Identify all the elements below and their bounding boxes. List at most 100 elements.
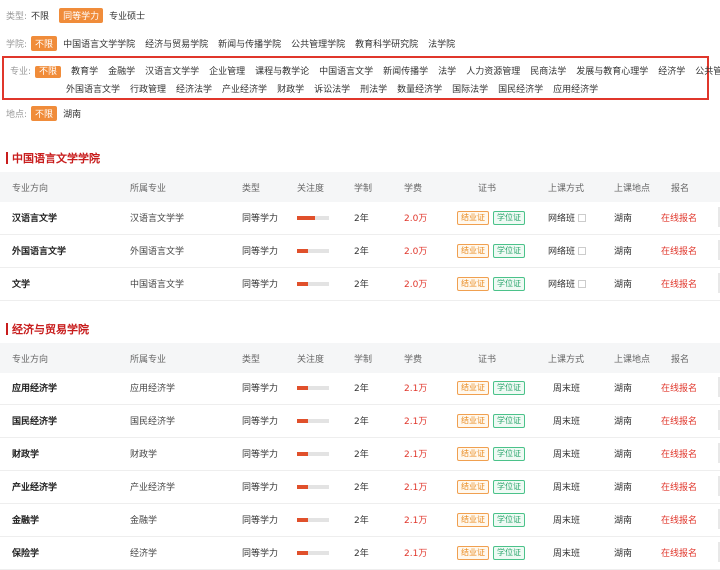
column-header-place: 上课地点 xyxy=(614,354,651,365)
class-mode: 周末班 xyxy=(553,549,581,559)
filter-major-option[interactable]: 新闻传播学 xyxy=(383,67,428,77)
filter-college-option[interactable]: 中国语言文学学院 xyxy=(63,37,135,50)
certificates: 结业证 学位证 xyxy=(457,536,529,569)
filter-place-option-any[interactable]: 不限 xyxy=(31,105,58,121)
column-header-dir: 专业方向 xyxy=(12,183,49,194)
table-row: 应用经济学 应用经济学 同等学力 2年 2.1万 结业证 学位证 周末班 湖南 在线报名 xyxy=(0,371,720,405)
apply-online-link[interactable]: 在线报名 xyxy=(661,437,697,470)
duration: 2年 xyxy=(354,247,369,257)
class-mode: 周末班 xyxy=(553,450,581,460)
filter-major-option[interactable]: 课程与教学论 xyxy=(255,67,309,77)
certificate-badge-completion: 结业证 xyxy=(457,210,489,225)
filter-major-option[interactable]: 金融学 xyxy=(108,67,135,77)
filter-major-option[interactable]: 经济学 xyxy=(658,67,685,77)
apply-online-link[interactable]: 在线报名 xyxy=(661,503,697,536)
attention-meter xyxy=(297,437,329,470)
parent-major: 财政学 xyxy=(130,450,158,460)
attention-track xyxy=(297,517,329,522)
table-row: 金融学 金融学 同等学力 2年 2.1万 结业证 学位证 周末班 湖南 在线报名 xyxy=(0,503,720,537)
filter-college-option-any[interactable]: 不限 xyxy=(31,35,58,51)
filter-major-option[interactable]: 民商法学 xyxy=(530,67,566,77)
filter-major-option[interactable]: 外国语言文学 xyxy=(66,85,120,95)
class-location: 湖南 xyxy=(614,384,633,394)
class-location: 湖南 xyxy=(614,417,633,427)
filter-major-option[interactable]: 人力资源管理 xyxy=(466,67,520,77)
filter-major-option[interactable]: 发展与教育心理学 xyxy=(576,67,648,77)
class-location: 湖南 xyxy=(614,450,633,460)
filter-college: 学院: 不限 中国语言文学学院 经济与贸易学院 新闻与传播学院 公共管理学院 教… xyxy=(0,33,465,53)
tuition-fee: 2.0万 xyxy=(404,247,428,257)
column-header-fee: 学费 xyxy=(404,183,423,194)
duration: 2年 xyxy=(354,384,369,394)
filter-type-option-equal[interactable]: 同等学力 xyxy=(59,7,104,23)
filter-major-option[interactable]: 刑法学 xyxy=(360,85,387,95)
filter-college-option[interactable]: 法学院 xyxy=(428,37,455,50)
filter-college-option[interactable]: 经济与贸易学院 xyxy=(145,37,208,50)
filter-place-option-hunan[interactable]: 湖南 xyxy=(63,107,81,120)
filter-type-option-any[interactable]: 不限 xyxy=(31,9,49,22)
attention-meter xyxy=(297,404,329,437)
program-type: 同等学力 xyxy=(242,214,279,224)
duration: 2年 xyxy=(354,417,369,427)
table-header: 专业方向 所属专业 类型 关注度 学制 学费 证书 上课方式 上课地点 报名 xyxy=(0,343,720,373)
certificate-badge-completion: 结业证 xyxy=(457,512,489,527)
class-location: 湖南 xyxy=(614,516,633,526)
section-title-bar xyxy=(6,323,8,335)
filter-major-option[interactable]: 法学 xyxy=(438,67,456,77)
filter-major-option[interactable]: 公共管理 xyxy=(695,67,720,77)
filter-major-option[interactable]: 企业管理 xyxy=(209,67,245,77)
filter-college-option[interactable]: 新闻与传播学院 xyxy=(218,37,281,50)
filter-college-option[interactable]: 公共管理学院 xyxy=(291,37,345,50)
filter-major-option[interactable]: 教育学 xyxy=(71,67,98,77)
apply-online-link[interactable]: 在线报名 xyxy=(661,234,697,267)
attention-meter xyxy=(297,503,329,536)
apply-online-link[interactable]: 在线报名 xyxy=(661,201,697,234)
apply-online-link[interactable]: 在线报名 xyxy=(661,371,697,404)
column-header-type: 类型 xyxy=(242,354,261,365)
class-mode: 网络班 xyxy=(548,201,587,234)
apply-online-link[interactable]: 在线报名 xyxy=(661,404,697,437)
program-type: 同等学力 xyxy=(242,247,279,257)
filter-major-option[interactable]: 经济法学 xyxy=(176,85,212,95)
apply-online-link[interactable]: 在线报名 xyxy=(661,536,697,569)
major-direction: 国民经济学 xyxy=(12,417,58,427)
certificates: 结业证 学位证 xyxy=(457,201,529,234)
major-direction: 文学 xyxy=(12,280,31,290)
apply-online-link[interactable]: 在线报名 xyxy=(661,267,697,300)
major-direction: 保险学 xyxy=(12,549,40,559)
attention-meter xyxy=(297,536,329,569)
column-header-mode: 上课方式 xyxy=(548,354,585,365)
program-type: 同等学力 xyxy=(242,549,279,559)
filter-major-option[interactable]: 数量经济学 xyxy=(397,85,442,95)
column-header-maj: 所属专业 xyxy=(130,183,167,194)
filter-major-label: 专业: xyxy=(10,66,32,77)
certificates: 结业证 学位证 xyxy=(457,503,529,536)
table-row: 财政学 财政学 同等学力 2年 2.1万 结业证 学位证 周末班 湖南 在线报名 xyxy=(0,437,720,471)
filter-major-option-any[interactable]: 不限 xyxy=(35,65,62,78)
class-location: 湖南 xyxy=(614,247,633,257)
major-direction: 产业经济学 xyxy=(12,483,58,493)
attention-fill xyxy=(297,385,309,390)
table-header: 专业方向 所属专业 类型 关注度 学制 学费 证书 上课方式 上课地点 报名 xyxy=(0,172,720,202)
apply-online-link[interactable]: 在线报名 xyxy=(661,470,697,503)
column-header-type: 类型 xyxy=(242,183,261,194)
filter-college-option[interactable]: 教育科学研究院 xyxy=(355,37,418,50)
attention-fill xyxy=(297,281,309,286)
filter-major-option[interactable]: 国际法学 xyxy=(452,85,488,95)
table-row: 国民经济学 国民经济学 同等学力 2年 2.1万 结业证 学位证 周末班 湖南 在线报名 xyxy=(0,404,720,438)
filter-major-option[interactable]: 应用经济学 xyxy=(553,85,598,95)
filter-major-option[interactable]: 汉语言文学学 xyxy=(145,67,199,77)
filter-major-option[interactable]: 国民经济学 xyxy=(498,85,543,95)
filter-type-option-pro[interactable]: 专业硕士 xyxy=(109,9,145,22)
attention-track xyxy=(297,484,329,489)
program-type: 同等学力 xyxy=(242,280,279,290)
parent-major: 汉语言文学学 xyxy=(130,214,185,224)
filter-major-option[interactable]: 财政学 xyxy=(277,85,304,95)
filter-major-option[interactable]: 产业经济学 xyxy=(222,85,267,95)
info-icon xyxy=(578,213,587,222)
class-mode: 周末班 xyxy=(553,384,581,394)
filter-major-option[interactable]: 中国语言文学 xyxy=(319,67,373,77)
filter-major-option[interactable]: 诉讼法学 xyxy=(314,85,350,95)
tuition-fee: 2.1万 xyxy=(404,516,428,526)
filter-major-option[interactable]: 行政管理 xyxy=(130,85,166,95)
